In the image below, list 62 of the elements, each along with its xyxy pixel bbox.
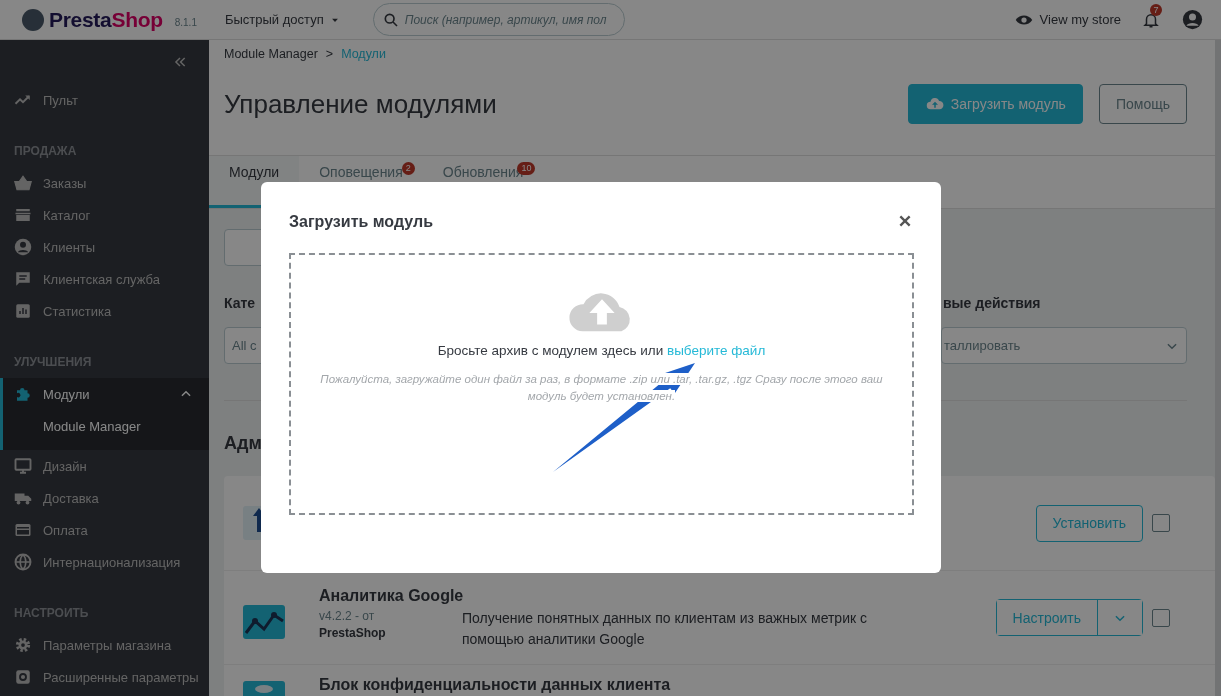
checkbox[interactable] — [1152, 514, 1170, 532]
sidebar-item[interactable]: Модули — [0, 378, 209, 410]
user-icon — [1182, 9, 1203, 30]
close-icon — [897, 213, 913, 229]
logo-icon — [22, 8, 44, 31]
sidebar-item[interactable]: Статистика — [0, 295, 209, 327]
search-icon — [382, 12, 399, 28]
brand-logo: PrestaShop — [49, 7, 163, 32]
dropdown-toggle[interactable] — [1097, 600, 1142, 635]
sidebar-item[interactable]: Каталог — [0, 199, 209, 231]
notification-badge: 7 — [1150, 3, 1162, 16]
help-button[interactable]: Помощь — [1098, 84, 1187, 124]
module-name: Аналитика Google — [319, 585, 465, 606]
view-store-link[interactable]: View my store — [1013, 10, 1121, 29]
chat-icon — [14, 270, 32, 288]
dialog-title: Загрузить модуль — [289, 213, 433, 231]
checkbox[interactable] — [1152, 608, 1170, 627]
tab-badge: 2 — [401, 162, 415, 175]
sidebar-item[interactable]: Интернационализация — [0, 546, 209, 578]
bulk-action-select[interactable]: таллировать — [941, 327, 1187, 364]
filter-label: вые действия — [942, 295, 1042, 313]
filter-label: Кате — [224, 295, 257, 313]
sidebar-subitem[interactable]: Module Manager — [0, 410, 209, 442]
user-icon — [14, 238, 32, 256]
puzzle-icon — [14, 385, 32, 403]
version-label: 8.1.1 — [174, 17, 197, 28]
collapse-icon — [173, 55, 187, 69]
search-field[interactable]: Поиск (например, артикул, имя пол — [372, 3, 625, 36]
upload-hint: Пожалуйста, загружайте один файл за раз, в формате .zip или .tar, .tar.gz, .tgz Сразу после этого ваш модуль будет установлен. — [319, 372, 884, 404]
sidebar-item[interactable]: Заказы — [0, 167, 209, 199]
sidebar-item[interactable]: Доставка — [0, 482, 209, 514]
install-button[interactable]: Установить — [1035, 504, 1143, 542]
module-name: Блок конфиденциальности данных клиента — [319, 675, 671, 695]
sidebar-item[interactable]: Пульт — [0, 84, 209, 116]
gear-icon — [14, 668, 32, 686]
breadcrumb-item[interactable]: Module Manager — [224, 46, 318, 62]
breadcrumb-item[interactable]: Модули — [341, 46, 386, 62]
gear-icon — [14, 636, 32, 654]
drop-instructions: Бросьте архив с модулем здесь или выберите файл — [437, 343, 766, 358]
basket-icon — [14, 174, 32, 192]
sidebar-item[interactable]: Клиентская служба — [0, 263, 209, 295]
choose-file-link[interactable]: выберите файл — [666, 343, 766, 358]
stats-icon — [14, 302, 32, 320]
upload-module-button[interactable]: Загрузить модуль — [907, 84, 1083, 124]
globe-icon — [14, 553, 32, 571]
sidebar-item[interactable]: Расширенные параметры — [0, 661, 209, 693]
section-title: Адм — [224, 433, 263, 455]
module-description: Получение понятных данных по клиентам из важных метрик с помощью аналитики Google — [462, 608, 868, 649]
sidebar-item[interactable]: Клиенты — [0, 231, 209, 263]
breadcrumb-separator: > — [325, 46, 334, 62]
sidebar-item[interactable]: Дизайн — [0, 450, 209, 482]
page-title: Управление модулями — [224, 88, 497, 120]
store-icon — [14, 206, 32, 224]
monitor-icon — [14, 457, 32, 475]
card-icon — [14, 521, 32, 539]
quick-access-menu[interactable]: Быстрый доступ — [224, 12, 340, 27]
module-version: v4.2.2 - от — [319, 608, 376, 623]
module-author: PrestaShop — [319, 625, 387, 640]
close-button[interactable] — [897, 213, 913, 229]
sidebar-item[interactable]: Оплата — [0, 514, 209, 546]
sidebar-item[interactable]: Параметры магазина — [0, 629, 209, 661]
drop-zone[interactable]: Бросьте архив с модулем здесь или выберите файл Пожалуйста, загружайте один файл за раз, в формате .zip или .tar, .tar.gz, .tgz Сразу после этого ваш модуль будет установлен. — [289, 253, 914, 515]
